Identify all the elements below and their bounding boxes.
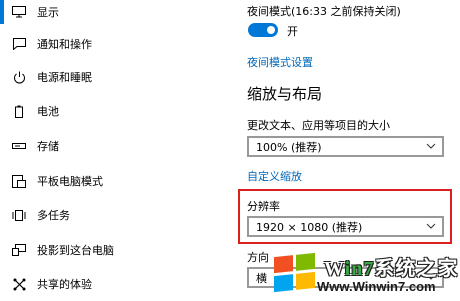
shared-experience-icon (11, 276, 27, 292)
resolution-highlight-box (238, 189, 452, 244)
night-light-toggle-state: 开 (287, 25, 298, 38)
sidebar-item-notifications[interactable]: 通知和操作 (0, 29, 220, 59)
sidebar-item-battery[interactable]: 电池 (0, 96, 220, 126)
battery-icon (11, 103, 27, 119)
tablet-mode-icon (11, 173, 27, 189)
sidebar-item-label: 投影到这台电脑 (37, 244, 114, 257)
watermark: Win7系统之家 Www.Winwin7.com (262, 244, 460, 301)
notification-icon (11, 36, 27, 52)
project-icon (11, 242, 27, 258)
sidebar-item-label: 电源和睡眠 (37, 71, 92, 84)
watermark-brand-suffix: 系统之家 (374, 258, 459, 280)
power-icon (11, 69, 27, 85)
watermark-brand-highlight: in7 (344, 258, 375, 280)
scale-label: 更改文本、应用等项目的大小 (247, 119, 390, 132)
watermark-brand: Win7系统之家 (324, 252, 458, 281)
multitasking-icon (11, 207, 27, 223)
sidebar-item-label: 平板电脑模式 (37, 175, 103, 188)
display-icon (11, 4, 27, 20)
scale-dropdown[interactable]: 100% (推荐) (247, 136, 444, 157)
sidebar-item-label: 多任务 (37, 209, 70, 222)
custom-scaling-link[interactable]: 自定义缩放 (247, 168, 302, 184)
sidebar-item-tablet-mode[interactable]: 平板电脑模式 (0, 166, 220, 196)
sidebar-item-storage[interactable]: 存储 (0, 131, 220, 161)
night-light-settings-link[interactable]: 夜间模式设置 (247, 54, 313, 70)
night-light-label: 夜间模式(16:33 之前保持关闭) (247, 5, 401, 18)
sidebar-item-display[interactable]: 显示 (0, 0, 220, 27)
settings-sidebar: 显示 通知和操作 电源和睡眠 电池 存储 平板电脑模式 多任务 投影到这台电脑 … (0, 0, 230, 301)
watermark-brand-prefix: W (324, 258, 345, 280)
sidebar-item-project[interactable]: 投影到这台电脑 (0, 235, 220, 265)
scale-layout-heading: 缩放与布局 (247, 85, 323, 103)
scale-value: 100% (推荐) (256, 140, 322, 154)
sidebar-item-label: 共享的体验 (37, 278, 92, 291)
sidebar-item-label: 存储 (37, 140, 59, 153)
sidebar-item-power[interactable]: 电源和睡眠 (0, 62, 220, 92)
storage-icon (11, 138, 27, 154)
sidebar-item-multitasking[interactable]: 多任务 (0, 200, 220, 230)
sidebar-item-shared-experiences[interactable]: 共享的体验 (0, 269, 220, 299)
watermark-url: Www.Winwin7.com (317, 279, 436, 294)
night-light-toggle[interactable] (248, 23, 278, 37)
sidebar-item-label: 显示 (37, 6, 59, 19)
toggle-knob (267, 26, 275, 34)
sidebar-item-label: 通知和操作 (37, 38, 92, 51)
chevron-down-icon (426, 143, 436, 149)
sidebar-item-label: 电池 (37, 105, 59, 118)
